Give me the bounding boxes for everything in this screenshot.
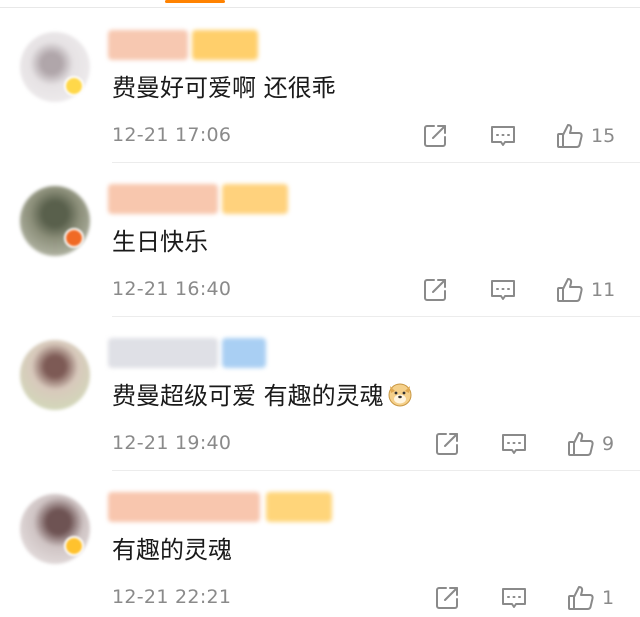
user-badge-blurred (266, 492, 332, 522)
thumbs-up-icon (557, 124, 583, 148)
avatar-badge (64, 536, 84, 556)
share-button[interactable] (420, 274, 450, 306)
comment-time: 12-21 16:40 (112, 278, 232, 300)
share-icon (436, 587, 458, 609)
username-blurred[interactable] (108, 184, 218, 214)
share-icon (424, 279, 446, 301)
username-blurred[interactable] (108, 30, 188, 60)
thumbs-up-icon (568, 432, 594, 456)
share-icon (424, 125, 446, 147)
share-button[interactable] (420, 120, 450, 152)
username-blurred[interactable] (108, 338, 218, 368)
like-button[interactable]: 9 (566, 428, 614, 460)
comment-button[interactable] (499, 428, 529, 460)
comment-text: 有趣的灵魂 (112, 536, 232, 564)
user-badge-blurred (222, 184, 288, 214)
comment-time: 12-21 17:06 (112, 124, 232, 146)
comment-item: 费曼超级可爱 有趣的灵魂 12-21 19:40 9 (0, 316, 640, 471)
dog-face-emoji (388, 383, 412, 407)
like-button[interactable]: 15 (555, 120, 615, 152)
user-badge-blurred (192, 30, 258, 60)
comment-icon (491, 280, 515, 300)
active-tab-indicator (165, 0, 225, 3)
username-blurred[interactable] (108, 492, 260, 522)
thumbs-up-icon (557, 278, 583, 302)
share-icon (436, 433, 458, 455)
comment-icon (502, 588, 526, 608)
comment-text: 生日快乐 (112, 228, 208, 256)
like-count: 1 (602, 587, 615, 609)
avatar-badge (64, 228, 84, 248)
comment-item: 有趣的灵魂 12-21 22:21 1 (0, 470, 640, 617)
thumbs-up-icon (568, 586, 594, 610)
comment-text: 费曼好可爱啊 还很乖 (112, 74, 336, 102)
comment-text: 费曼超级可爱 有趣的灵魂 (112, 378, 414, 414)
avatar[interactable] (20, 340, 90, 410)
comment-item: 生日快乐 12-21 16:40 11 (0, 162, 640, 317)
comment-button[interactable] (488, 274, 518, 306)
like-count: 15 (591, 125, 616, 147)
user-badge-blurred (222, 338, 266, 368)
comment-item: 费曼好可爱啊 还很乖 12-21 17:06 15 (0, 8, 640, 163)
like-count: 9 (602, 433, 615, 455)
comment-time: 12-21 19:40 (112, 432, 232, 454)
like-button[interactable]: 1 (566, 582, 614, 614)
share-button[interactable] (432, 428, 462, 460)
comment-button[interactable] (499, 582, 529, 614)
top-tab-bar (0, 0, 640, 8)
comment-icon (491, 126, 515, 146)
like-button[interactable]: 11 (555, 274, 615, 306)
share-button[interactable] (432, 582, 462, 614)
comment-icon (502, 434, 526, 454)
comment-button[interactable] (488, 120, 518, 152)
like-count: 11 (591, 279, 616, 301)
avatar-badge (64, 76, 84, 96)
comment-time: 12-21 22:21 (112, 586, 232, 608)
